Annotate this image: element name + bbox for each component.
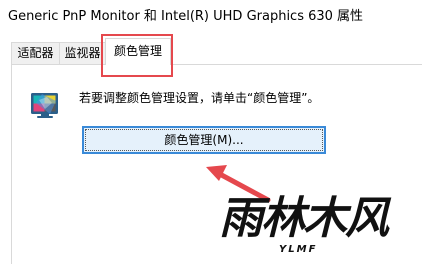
properties-window: Generic PnP Monitor 和 Intel(R) UHD Graph… xyxy=(0,0,422,264)
watermark-logo: 雨林木风 xyxy=(219,193,389,244)
window-title: Generic PnP Monitor 和 Intel(R) UHD Graph… xyxy=(8,9,364,24)
title-bar: Generic PnP Monitor 和 Intel(R) UHD Graph… xyxy=(0,0,422,34)
color-management-icon xyxy=(30,89,60,119)
color-management-description: 若要调整颜色管理设置，请单击“颜色管理”。 xyxy=(79,91,320,105)
tab-highlight-box xyxy=(101,34,173,77)
watermark-sub: YLMF xyxy=(279,244,318,255)
color-management-button[interactable]: 颜色管理(M)... xyxy=(82,126,326,154)
tab-strip: 适配器 监视器 颜色管理 xyxy=(0,34,422,65)
watermark: 雨林木风 YLMF xyxy=(219,194,419,264)
tab-monitor[interactable]: 监视器 xyxy=(59,42,106,64)
tab-adapter[interactable]: 适配器 xyxy=(11,42,60,64)
